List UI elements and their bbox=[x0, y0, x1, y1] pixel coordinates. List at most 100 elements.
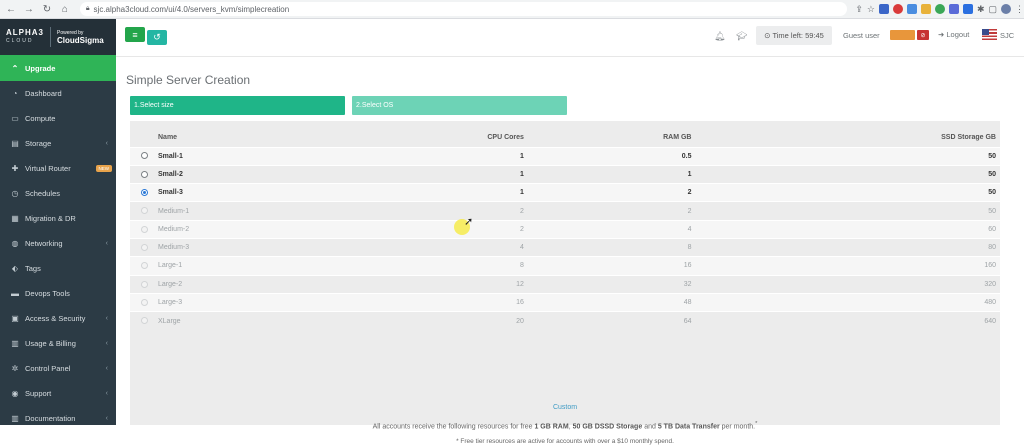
puzzle-icon[interactable]: ✱ bbox=[977, 4, 985, 15]
ssd-storage-gb: 320 bbox=[695, 274, 1000, 294]
ssd-storage-gb: 60 bbox=[695, 219, 1000, 239]
brand-sub: CLOUD bbox=[6, 38, 34, 44]
time-left-text: Time left: 59:45 bbox=[772, 31, 824, 40]
more-vert-icon[interactable]: ⋮ bbox=[1015, 4, 1024, 15]
hamburger-icon: ≡ bbox=[132, 29, 138, 40]
toolbox-icon: ▬ bbox=[11, 289, 19, 298]
powered-by-label: Powered by bbox=[57, 29, 84, 36]
ram-gb: 4 bbox=[527, 219, 696, 239]
ram-gb: 1 bbox=[527, 164, 696, 184]
ram-gb: 2 bbox=[527, 201, 696, 221]
step-select-size[interactable]: 1.Select size bbox=[130, 96, 345, 115]
custom-size-link[interactable]: Custom bbox=[130, 404, 1000, 411]
globe-icon: ◍ bbox=[11, 239, 19, 248]
upgrade-badge[interactable] bbox=[890, 30, 915, 40]
sidebar-item-dashboard[interactable]: ◔ Dashboard bbox=[0, 81, 116, 106]
radio-cell bbox=[130, 292, 158, 312]
table-row: XLarge 20 64 640 bbox=[130, 311, 1000, 330]
size-name: Small-3 bbox=[158, 183, 318, 202]
chevron-left-icon: ‹ bbox=[105, 390, 108, 397]
cpu-cores: 2 bbox=[318, 201, 528, 221]
top-header: ≡ ↺ 🔔︎ 🎓︎ ⊙ Time left: 59:45 Guest user … bbox=[116, 19, 1024, 57]
header-radio bbox=[130, 129, 158, 147]
extension-icon[interactable] bbox=[892, 4, 903, 14]
sidebar-item-upgrade[interactable]: ⌃ Upgrade bbox=[0, 55, 116, 81]
size-name: Medium-2 bbox=[158, 219, 318, 239]
menu-toggle-button[interactable]: ≡ bbox=[125, 27, 145, 42]
size-name: Large-1 bbox=[158, 256, 318, 276]
sidebar-item-schedules[interactable]: ◷ Schedules bbox=[0, 181, 116, 206]
sidebar-item-label: Tags bbox=[25, 264, 41, 273]
sidebar-item-control-panel[interactable]: ✲ Control Panel ‹ bbox=[0, 356, 116, 381]
browser-toolbar: ← → ↻ ⌂ 🔒︎ sjc.alpha3cloud.com/ui/4.0/se… bbox=[0, 0, 1024, 19]
radio-cell bbox=[130, 164, 158, 184]
tag-icon: ⬖ bbox=[11, 264, 19, 273]
sidebar-item-support[interactable]: ◉ Support ‹ bbox=[0, 381, 116, 406]
table-row[interactable]: Small-1 1 0.5 50 bbox=[130, 146, 1000, 166]
radio-cell bbox=[130, 311, 158, 330]
graduation-cap-icon[interactable]: 🎓︎ bbox=[736, 31, 747, 42]
size-name: Small-2 bbox=[158, 164, 318, 184]
bar-chart-icon: ▥ bbox=[11, 339, 19, 348]
sidebar-item-virtual-router[interactable]: ✚ Virtual Router NEW bbox=[0, 156, 116, 181]
table-row[interactable]: Small-3 1 2 50 bbox=[130, 183, 1000, 202]
size-table: Name CPU Cores RAM GB SSD Storage GB Sma… bbox=[130, 129, 1000, 330]
new-badge: NEW bbox=[95, 165, 112, 172]
table-row[interactable]: Small-2 1 1 50 bbox=[130, 164, 1000, 184]
extension-icon[interactable] bbox=[878, 4, 889, 14]
sidebar-item-label: Schedules bbox=[25, 189, 61, 198]
sidebar-item-tags[interactable]: ⬖ Tags bbox=[0, 256, 116, 281]
cancel-badge[interactable]: ⊘ bbox=[917, 30, 929, 40]
sidebar-item-label: Virtual Router bbox=[25, 164, 71, 173]
reload-icon[interactable]: ↻ bbox=[40, 2, 54, 16]
chevron-left-icon: ‹ bbox=[105, 415, 108, 422]
extension-icon[interactable] bbox=[948, 4, 959, 14]
clock-icon: ⊙ bbox=[764, 31, 771, 40]
sidebar-item-usage-billing[interactable]: ▥ Usage & Billing ‹ bbox=[0, 331, 116, 356]
extension-icon[interactable] bbox=[906, 4, 917, 14]
size-panel: Name CPU Cores RAM GB SSD Storage GB Sma… bbox=[130, 121, 1000, 445]
sidebar-item-compute[interactable]: ▭ Compute bbox=[0, 106, 116, 131]
forward-icon[interactable]: → bbox=[22, 2, 36, 16]
lock-icon: 🔒︎ bbox=[85, 5, 90, 12]
refresh-button[interactable]: ↺ bbox=[147, 30, 167, 45]
size-radio bbox=[140, 262, 148, 270]
share-icon[interactable]: ⇪ bbox=[855, 4, 863, 15]
sidebar-item-storage[interactable]: ▤ Storage ‹ bbox=[0, 131, 116, 156]
profile-avatar[interactable] bbox=[1001, 4, 1011, 14]
dashboard-icon: ◔ bbox=[12, 89, 18, 98]
sidebar-item-networking[interactable]: ◍ Networking ‹ bbox=[0, 231, 116, 256]
sidebar-item-devops-tools[interactable]: ▬ Devops Tools bbox=[0, 281, 116, 306]
window-icon[interactable]: ▢ bbox=[988, 4, 997, 15]
cpu-cores: 1 bbox=[318, 146, 528, 166]
region-label[interactable]: SJC bbox=[1000, 31, 1014, 40]
clock-icon: ◷ bbox=[11, 189, 19, 198]
sidebar-item-migration-dr[interactable]: ▦ Migration & DR bbox=[0, 206, 116, 231]
home-icon[interactable]: ⌂ bbox=[58, 2, 72, 16]
size-radio[interactable] bbox=[140, 189, 148, 197]
chevron-left-icon: ‹ bbox=[105, 315, 108, 322]
sidebar-item-label: Compute bbox=[25, 114, 56, 123]
extension-icon[interactable] bbox=[962, 4, 973, 14]
chevron-up-icon: ⌃ bbox=[11, 63, 19, 73]
us-flag-icon[interactable] bbox=[982, 29, 997, 40]
logout-button[interactable]: ➜ Logout bbox=[938, 30, 969, 39]
header-ram: RAM GB bbox=[663, 134, 692, 142]
brand-name: ALPHA3 bbox=[6, 28, 45, 37]
brand-logo[interactable]: ALPHA3 CLOUD Powered by CloudSigma bbox=[0, 19, 116, 55]
size-radio[interactable] bbox=[140, 152, 148, 160]
back-icon[interactable]: ← bbox=[4, 2, 18, 16]
ram-gb: 32 bbox=[527, 274, 696, 294]
page-title: Simple Server Creation bbox=[126, 73, 251, 87]
star-icon[interactable]: ☆ bbox=[867, 4, 875, 15]
partner-name: CloudSigma bbox=[57, 35, 104, 45]
extension-icon[interactable] bbox=[920, 4, 931, 14]
sidebar-item-documentation[interactable]: ▥ Documentation ‹ bbox=[0, 406, 116, 431]
ram-gb: 0.5 bbox=[527, 146, 696, 166]
bell-icon[interactable]: 🔔︎ bbox=[714, 31, 725, 42]
extension-icon[interactable] bbox=[934, 4, 945, 14]
size-radio[interactable] bbox=[140, 170, 148, 178]
address-bar[interactable]: 🔒︎ sjc.alpha3cloud.com/ui/4.0/servers_kv… bbox=[79, 2, 848, 16]
sidebar-item-access-security[interactable]: ▣ Access & Security ‹ bbox=[0, 306, 116, 331]
step-select-os[interactable]: 2.Select OS bbox=[352, 96, 567, 115]
